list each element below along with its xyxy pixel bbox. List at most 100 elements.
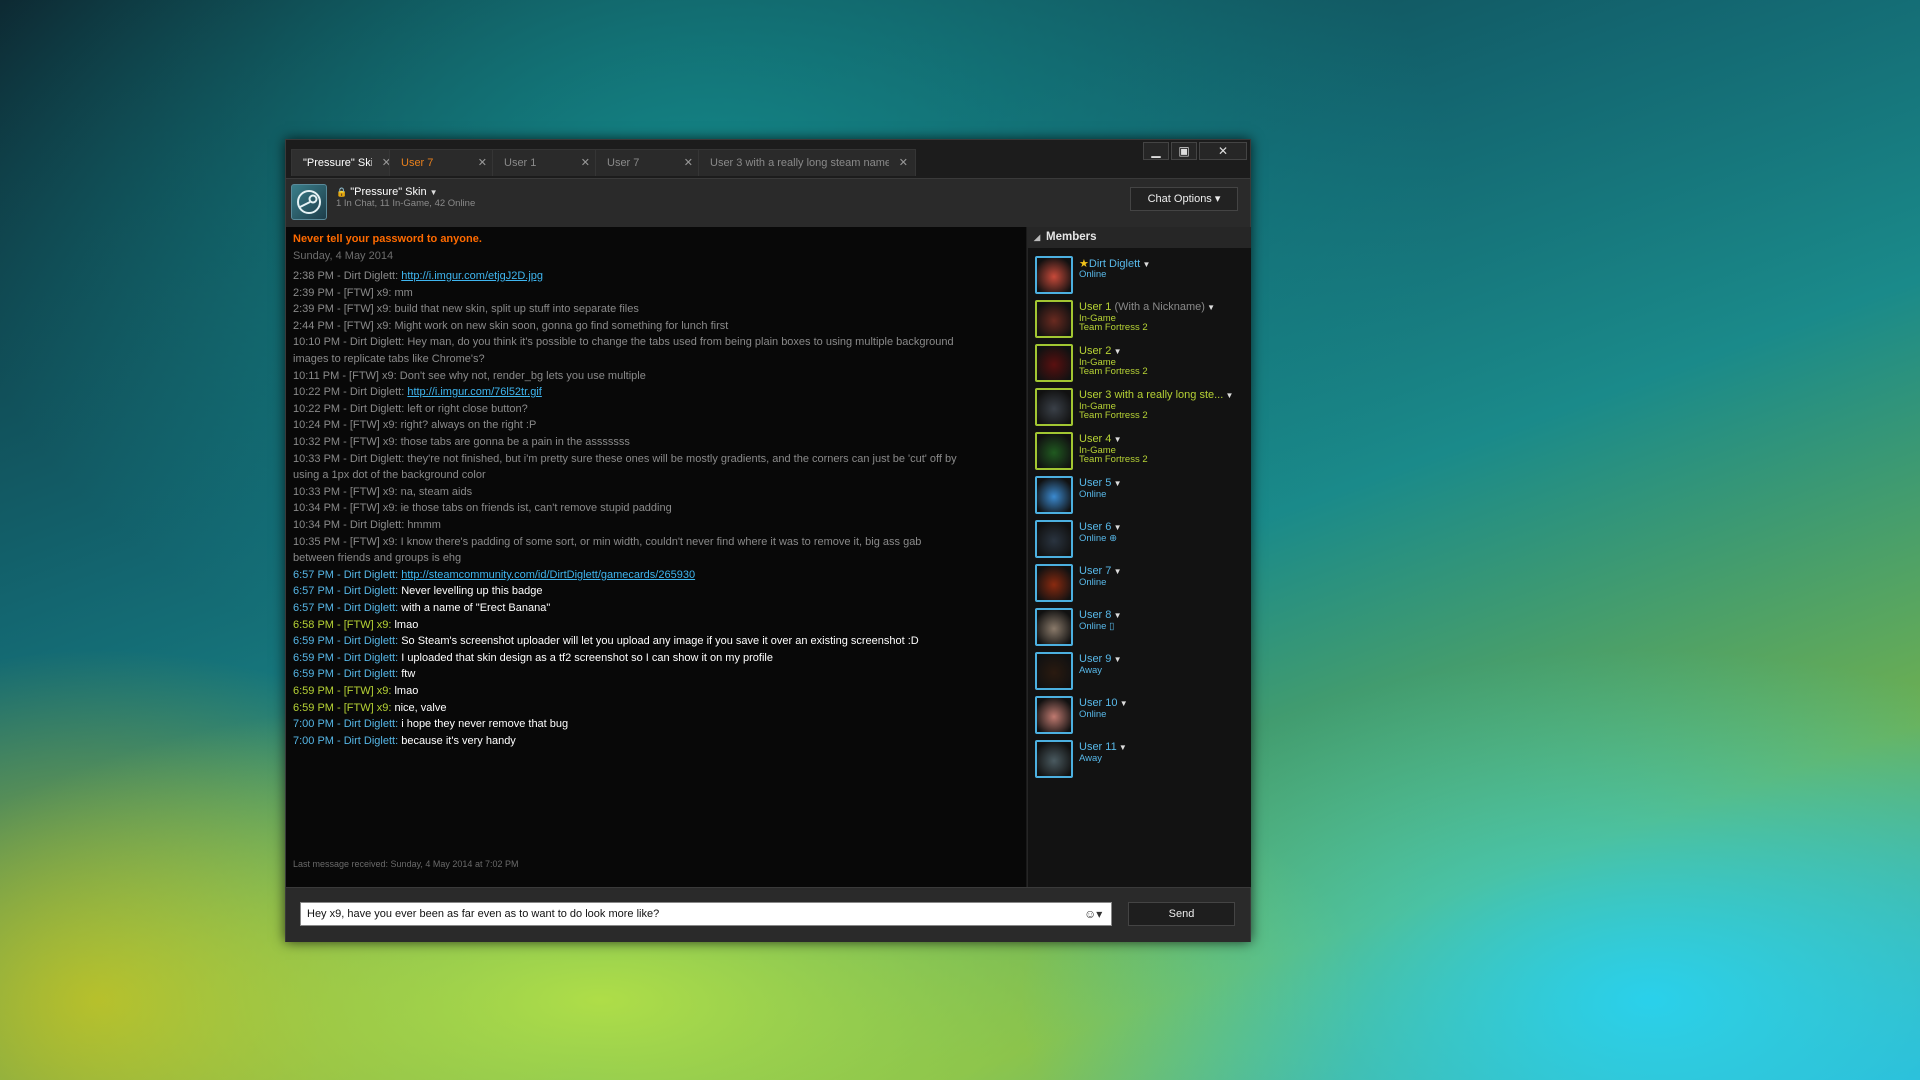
chevron-down-icon[interactable]: ▼	[1205, 303, 1215, 312]
avatar[interactable]	[1035, 564, 1073, 602]
close-tab-icon[interactable]: ✕	[684, 150, 693, 177]
chevron-down-icon[interactable]: ▼	[1117, 743, 1127, 752]
chat-message-old: 10:35 PM - [FTW] x9: I know there's padd…	[293, 536, 922, 548]
avatar[interactable]	[1035, 652, 1073, 690]
chat-message: 7:00 PM - Dirt Diglett: because it's ver…	[293, 734, 1021, 748]
message-sender[interactable]: 6:59 PM - Dirt Diglett:	[293, 668, 398, 680]
message-sender[interactable]: 6:59 PM - Dirt Diglett:	[293, 635, 398, 647]
member-row[interactable]: User 5 ▼ Online	[1035, 476, 1245, 518]
chevron-down-icon[interactable]: ▼	[430, 188, 438, 197]
member-name[interactable]: User 11 ▼	[1079, 741, 1127, 753]
message-sender[interactable]: 6:58 PM - [FTW] x9:	[293, 619, 391, 631]
chevron-down-icon[interactable]: ▼	[1140, 260, 1150, 269]
member-row[interactable]: ★Dirt Diglett ▼ Online	[1035, 256, 1245, 298]
member-row[interactable]: User 2 ▼ In-Game Team Fortress 2	[1035, 344, 1245, 386]
group-name[interactable]: 🔒 "Pressure" Skin ▼	[336, 186, 438, 198]
chat-message-old: 2:38 PM - Dirt Diglett: http://i.imgur.c…	[293, 270, 544, 282]
member-name[interactable]: User 5 ▼	[1079, 477, 1122, 489]
chat-link[interactable]: http://i.imgur.com/etjgJ2D.jpg	[401, 270, 543, 282]
member-status: Away	[1079, 753, 1103, 764]
message-sender[interactable]: 6:59 PM - [FTW] x9:	[293, 685, 391, 697]
member-name[interactable]: User 8 ▼	[1079, 609, 1122, 621]
message-sender[interactable]: 6:57 PM - Dirt Diglett:	[293, 585, 398, 597]
member-name[interactable]: User 3 with a really long ste... ▼	[1079, 389, 1233, 401]
group-counts: 1 In Chat, 11 In-Game, 42 Online	[336, 198, 476, 209]
chevron-down-icon[interactable]: ▼	[1111, 523, 1122, 532]
avatar[interactable]	[1035, 432, 1073, 470]
chevron-down-icon[interactable]: ▼	[1111, 611, 1122, 620]
chat-link[interactable]: http://steamcommunity.com/id/DirtDiglett…	[401, 569, 695, 581]
chat-message-old: 2:44 PM - [FTW] x9: Might work on new sk…	[293, 320, 729, 332]
message-sender[interactable]: 6:59 PM - [FTW] x9:	[293, 702, 391, 714]
tab-user-3[interactable]: User 3 with a really long steam name ✕	[698, 149, 916, 176]
chevron-down-icon[interactable]: ▼	[1118, 699, 1128, 708]
member-row[interactable]: User 1 (With a Nickname) ▼ In-Game Team Fo…	[1035, 300, 1245, 342]
member-name[interactable]: User 1 (With a Nickname) ▼	[1079, 301, 1215, 313]
group-avatar[interactable]	[291, 184, 327, 220]
chevron-down-icon[interactable]: ▼	[1111, 567, 1122, 576]
avatar[interactable]	[1035, 608, 1073, 646]
tab-pressure-skin[interactable]: "Pressure" Skin ✕	[291, 149, 399, 176]
close-tab-icon[interactable]: ✕	[478, 150, 487, 177]
avatar[interactable]	[1035, 740, 1073, 778]
tab-bar: "Pressure" Skin ✕ User 7 ✕ User 1 ✕ User…	[286, 140, 1250, 178]
avatar[interactable]	[1035, 256, 1073, 294]
close-tab-icon[interactable]: ✕	[899, 150, 908, 177]
chat-link[interactable]: http://i.imgur.com/76l52tr.gif	[407, 386, 542, 398]
chevron-down-icon[interactable]: ▼	[1111, 479, 1122, 488]
message-input[interactable]	[300, 902, 1112, 926]
message-sender[interactable]: 7:00 PM - Dirt Diglett:	[293, 718, 398, 730]
tab-user-7[interactable]: User 7 ✕	[595, 149, 701, 176]
member-name[interactable]: User 10 ▼	[1079, 697, 1128, 709]
member-row[interactable]: User 9 ▼ Away	[1035, 652, 1245, 694]
message-sender[interactable]: 6:57 PM - Dirt Diglett:	[293, 569, 398, 581]
member-row[interactable]: User 8 ▼ Online ▯	[1035, 608, 1245, 650]
chevron-down-icon[interactable]: ▼	[1223, 391, 1234, 400]
member-name[interactable]: User 4 ▼	[1079, 433, 1122, 445]
input-bar: ☺▾ Send	[286, 887, 1250, 942]
member-status: Online ▯	[1079, 621, 1115, 632]
avatar[interactable]	[1035, 388, 1073, 426]
chevron-down-icon[interactable]: ▼	[1111, 347, 1122, 356]
maximize-button[interactable]: ▣	[1171, 142, 1197, 160]
emoticon-picker-icon[interactable]: ☺▾	[1084, 907, 1102, 921]
avatar[interactable]	[1035, 520, 1073, 558]
member-status: Online	[1079, 269, 1107, 280]
message-sender[interactable]: 6:59 PM - Dirt Diglett:	[293, 652, 398, 664]
tab-user-7-unread[interactable]: User 7 ✕	[389, 149, 495, 176]
message-text: with a name of "Erect Banana"	[401, 602, 551, 614]
avatar[interactable]	[1035, 300, 1073, 338]
member-row[interactable]: User 11 ▼ Away	[1035, 740, 1245, 782]
chat-message: 6:59 PM - [FTW] x9: lmao	[293, 684, 1021, 698]
chat-message-old: 10:33 PM - [FTW] x9: na, steam aids	[293, 486, 473, 498]
chat-message-old: using a 1px dot of the background color	[293, 469, 486, 481]
chevron-down-icon[interactable]: ▼	[1111, 435, 1122, 444]
close-button[interactable]: ✕	[1199, 142, 1247, 160]
member-row[interactable]: User 6 ▼ Online ⊕	[1035, 520, 1245, 562]
avatar[interactable]	[1035, 696, 1073, 734]
avatar[interactable]	[1035, 344, 1073, 382]
member-game: Team Fortress 2	[1079, 366, 1148, 377]
minimize-button[interactable]: ▁	[1143, 142, 1169, 160]
send-button[interactable]: Send	[1128, 902, 1235, 926]
lock-icon: 🔒	[336, 187, 348, 197]
message-sender[interactable]: 7:00 PM - Dirt Diglett:	[293, 735, 398, 747]
member-name[interactable]: User 7 ▼	[1079, 565, 1122, 577]
close-tab-icon[interactable]: ✕	[581, 150, 590, 177]
tab-user-1[interactable]: User 1 ✕	[492, 149, 598, 176]
chat-message-old: 10:11 PM - [FTW] x9: Don't see why not, …	[293, 370, 646, 382]
member-row[interactable]: User 10 ▼ Online	[1035, 696, 1245, 738]
collapse-triangle-icon[interactable]: ◢	[1034, 227, 1040, 248]
message-sender[interactable]: 6:57 PM - Dirt Diglett:	[293, 602, 398, 614]
member-row[interactable]: User 4 ▼ In-Game Team Fortress 2	[1035, 432, 1245, 474]
chat-log[interactable]: Never tell your password to anyone. Sund…	[286, 227, 1026, 887]
member-row[interactable]: User 7 ▼ Online	[1035, 564, 1245, 606]
member-name[interactable]: User 9 ▼	[1079, 653, 1122, 665]
avatar[interactable]	[1035, 476, 1073, 514]
member-name[interactable]: User 6 ▼	[1079, 521, 1122, 533]
chat-options-button[interactable]: Chat Options ▾	[1130, 187, 1238, 211]
member-name[interactable]: User 2 ▼	[1079, 345, 1122, 357]
member-row[interactable]: User 3 with a really long ste... ▼ In-Gam…	[1035, 388, 1245, 430]
members-header[interactable]: ◢ Members	[1028, 227, 1251, 248]
chevron-down-icon[interactable]: ▼	[1111, 655, 1122, 664]
